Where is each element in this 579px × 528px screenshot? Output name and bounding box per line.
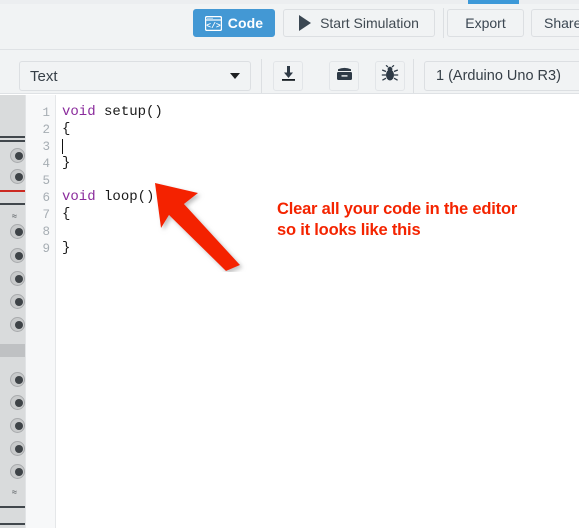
line-number: 9 (42, 242, 50, 256)
code-line[interactable]: } (62, 155, 70, 172)
pin-header-edge-line (0, 523, 25, 525)
bug-icon (381, 64, 399, 88)
debug-button[interactable] (375, 61, 405, 91)
code-editor[interactable]: 123456789 void setup(){} void loop(){} (26, 95, 579, 528)
toolbar-divider-1 (261, 59, 262, 93)
code-token: { (62, 206, 71, 222)
board-pin[interactable] (10, 418, 25, 433)
share-button-label: Share (544, 15, 579, 31)
code-button[interactable]: </> Code (193, 9, 275, 37)
line-number-gutter: 1 2 3 4 5 6 7 8 9 (26, 95, 56, 528)
code-token: loop() (95, 189, 155, 205)
board-pin[interactable] (10, 224, 25, 239)
power-rail-red-line (0, 190, 25, 192)
board-pin[interactable] (10, 441, 25, 456)
play-icon (299, 15, 312, 31)
toolbar-divider-2 (413, 59, 414, 93)
code-line[interactable]: void setup() (62, 104, 163, 121)
board-pin[interactable] (10, 294, 25, 309)
app-root: </> Code Start Simulation Export Share T… (0, 0, 579, 528)
pin-header-edge-line (0, 140, 25, 142)
line-number: 2 (42, 123, 50, 137)
line-number: 3 (42, 140, 50, 154)
code-line[interactable]: { (62, 206, 70, 223)
export-button[interactable]: Export (447, 9, 524, 37)
mode-select-value: Text (30, 67, 58, 85)
code-token: } (62, 240, 71, 256)
chevron-down-icon (230, 73, 240, 79)
start-simulation-label: Start Simulation (320, 15, 419, 31)
code-line[interactable]: void loop() (62, 189, 154, 206)
code-button-label: Code (227, 15, 264, 31)
code-line[interactable]: } (62, 240, 70, 257)
start-simulation-button[interactable]: Start Simulation (283, 9, 435, 37)
code-token: } (62, 155, 71, 171)
line-number: 6 (42, 191, 50, 205)
mode-select[interactable]: Text (19, 61, 251, 91)
pin-header-edge-line (0, 506, 25, 508)
share-button[interactable]: Share (531, 9, 579, 37)
arduino-board-partial-view[interactable]: ≈ ≈ (0, 95, 25, 528)
board-pin[interactable] (10, 372, 25, 387)
code-window-icon: </> (204, 15, 222, 31)
pin-label: ≈ (12, 211, 17, 221)
board-pin[interactable] (10, 395, 25, 410)
line-number: 7 (42, 208, 50, 222)
code-line[interactable]: { (62, 121, 70, 138)
pin-header-edge-line (0, 203, 25, 205)
serial-monitor-button[interactable] (329, 61, 359, 91)
board-pin[interactable] (10, 148, 25, 163)
board-select-value: 1 (Arduino Uno R3) (436, 68, 561, 84)
line-number: 1 (42, 106, 50, 120)
pin-header-edge-line (0, 136, 25, 138)
text-cursor (62, 139, 63, 154)
download-button[interactable] (273, 61, 303, 91)
board-pin[interactable] (10, 464, 25, 479)
line-number: 5 (42, 174, 50, 188)
pin-row-highlight (0, 344, 25, 357)
board-pin[interactable] (10, 169, 25, 184)
line-number: 4 (42, 157, 50, 171)
board-pin[interactable] (10, 317, 25, 332)
board-select[interactable]: 1 (Arduino Uno R3) (424, 61, 579, 91)
serial-monitor-icon (335, 66, 354, 87)
code-keyword: void (62, 104, 96, 120)
code-keyword: void (62, 189, 96, 205)
export-button-label: Export (465, 15, 506, 31)
pin-label: ≈ (12, 487, 17, 497)
svg-text:</>: </> (206, 22, 221, 31)
line-number: 8 (42, 225, 50, 239)
code-text-area[interactable]: void setup(){} void loop(){} (57, 95, 579, 528)
board-pin[interactable] (10, 271, 25, 286)
header-left-spacer (0, 4, 186, 49)
download-icon (280, 65, 297, 87)
code-token: { (62, 121, 71, 137)
board-pin[interactable] (10, 248, 25, 263)
code-token: setup() (95, 104, 163, 120)
header-divider (443, 8, 444, 38)
